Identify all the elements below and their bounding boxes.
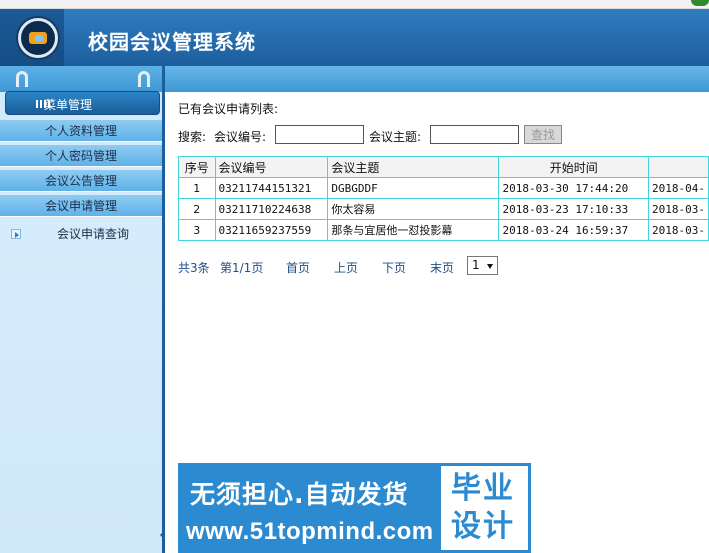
table-row[interactable]: 2 03211710224638 你太容易 2018-03-23 17:10:3… (178, 198, 709, 220)
meeting-code: 03211659237559 (214, 219, 329, 241)
start-time: 2018-03-23 17:10:33 (498, 198, 649, 220)
ad-banner-badge: 毕业 设计 (441, 466, 528, 550)
binder-ring-icon (16, 71, 28, 87)
page-indicator: 第1/1页 (220, 261, 264, 275)
end-time: 2018-04- (647, 177, 709, 199)
column-header (647, 156, 709, 178)
sidebar-item-password[interactable]: 个人密码管理 (0, 145, 162, 167)
search-button[interactable]: 查找 (524, 125, 562, 144)
prev-page-link[interactable]: 上页 (334, 259, 358, 276)
meeting-topic-label: 会议主题: (369, 130, 422, 144)
search-row: 搜索: 会议编号: 会议主题: 查找 (178, 125, 698, 145)
chevron-down-icon (487, 264, 493, 269)
app-title: 校园会议管理系统 (88, 30, 256, 54)
page-select-value: 1 (472, 258, 480, 272)
column-header: 会议编号 (214, 156, 329, 178)
ad-banner-left: 无须担心.自动发货 www.51topmind.com (178, 463, 438, 553)
menu-header[interactable]: 菜单管理 (5, 91, 160, 115)
row-index: 2 (178, 198, 216, 220)
content-top-bar (164, 66, 709, 92)
meeting-code: 03211710224638 (214, 198, 329, 220)
meeting-table: 序号 会议编号 会议主题 开始时间 1 03211744151321 DGBGD… (178, 156, 709, 241)
pager: 共3条 第1/1页 首页 上页 下页 末页 1 (178, 256, 698, 276)
app-header: 校园会议管理系统 (0, 9, 709, 66)
start-time: 2018-03-24 16:59:37 (498, 219, 649, 241)
start-time: 2018-03-30 17:44:20 (498, 177, 649, 199)
arrow-right-icon (11, 229, 21, 239)
ad-badge-line1: 毕业 (451, 471, 515, 506)
top-strip (0, 0, 709, 9)
end-time: 2018-03- (647, 219, 709, 241)
meeting-topic: DGBGDDF (327, 177, 500, 199)
ad-banner-headline: 无须担心.自动发货 (190, 480, 409, 509)
collapse-arrow-icon[interactable] (160, 530, 165, 540)
next-page-link[interactable]: 下页 (382, 259, 406, 276)
ad-banner[interactable]: 无须担心.自动发货 www.51topmind.com 毕业 设计 (178, 463, 531, 553)
column-header: 开始时间 (498, 156, 649, 178)
sidebar-subitem-label: 会议申请查询 (57, 227, 130, 241)
ad-badge-line2: 设计 (451, 509, 515, 544)
first-page-link[interactable]: 首页 (286, 259, 310, 276)
sidebar-item-profile[interactable]: 个人资料管理 (0, 120, 162, 142)
ad-banner-url: www.51topmind.com (186, 518, 434, 545)
menu-header-label: 菜单管理 (44, 98, 93, 112)
table-row[interactable]: 1 03211744151321 DGBGDDF 2018-03-30 17:4… (178, 177, 709, 199)
column-header: 序号 (178, 156, 216, 178)
meeting-code-label: 会议编号: (214, 130, 267, 144)
list-caption: 已有会议申请列表: (178, 102, 279, 116)
meeting-topic-input[interactable] (430, 125, 519, 144)
ad-badge-text: 毕业 设计 (451, 470, 515, 546)
table-row[interactable]: 3 03211659237559 那条与宜居他一怼投影幕 2018-03-24 … (178, 219, 709, 241)
logo-icon (18, 18, 58, 58)
status-dot (691, 0, 709, 6)
sidebar-item-announcements[interactable]: 会议公告管理 (0, 170, 162, 192)
total-count: 共3条 (178, 261, 210, 275)
binder-ring-icon (138, 71, 150, 87)
logo-area (0, 9, 64, 66)
search-label: 搜索: (178, 130, 207, 144)
column-header: 会议主题 (327, 156, 500, 178)
table-header-row: 序号 会议编号 会议主题 开始时间 (178, 156, 709, 178)
meeting-topic: 那条与宜居他一怼投影幕 (327, 219, 500, 241)
sidebar-item-applications[interactable]: 会议申请管理 (0, 195, 162, 217)
sidebar: 菜单管理 个人资料管理 个人密码管理 会议公告管理 会议申请管理 会议申请查询 (0, 66, 165, 553)
row-index: 1 (178, 177, 216, 199)
sidebar-subitem-application-query[interactable]: 会议申请查询 (0, 223, 162, 245)
row-index: 3 (178, 219, 216, 241)
meeting-code: 03211744151321 (214, 177, 329, 199)
end-time: 2018-03- (647, 198, 709, 220)
page-select[interactable]: 1 (467, 256, 498, 275)
meeting-code-input[interactable] (275, 125, 364, 144)
meeting-topic: 你太容易 (327, 198, 500, 220)
last-page-link[interactable]: 末页 (430, 259, 454, 276)
